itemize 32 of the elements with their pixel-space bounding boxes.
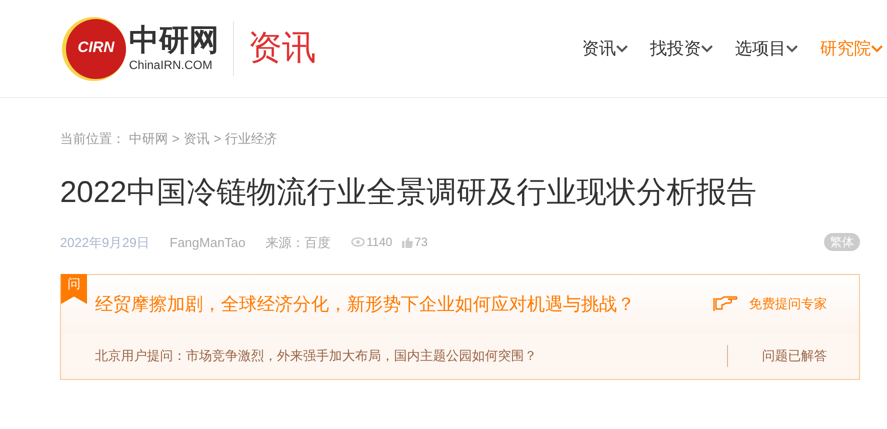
chevron-down-icon: [701, 44, 713, 52]
nav-link[interactable]: 找投资: [650, 36, 713, 62]
nav-link[interactable]: 研究院: [820, 36, 883, 62]
breadcrumb-link[interactable]: 行业经济: [225, 129, 278, 148]
view-count: 1140: [366, 234, 392, 252]
chevron-down-icon: [616, 44, 628, 52]
section-title: 资讯: [248, 27, 316, 70]
article-title: 2022中国冷链物流行业全景调研及行业现状分析报告: [60, 174, 758, 210]
logo-domain: ChinaIRN.COM: [129, 56, 214, 72]
eye-icon: [350, 237, 365, 248]
nav-link[interactable]: 选项目: [735, 36, 798, 62]
question-tag: 问: [61, 274, 87, 304]
answered-status: 问题已解答: [762, 347, 827, 366]
pointing-hand-icon: [713, 296, 739, 312]
nav-link[interactable]: 资讯: [582, 36, 628, 62]
breadcrumb-label: 当前位置：: [60, 130, 125, 148]
chevron-down-icon: [871, 44, 883, 52]
ask-expert-link[interactable]: 免费提问专家: [713, 294, 827, 314]
user-question: 北京用户提问：市场竞争激烈，外来强手加大布局，国内主题公园如何突围？: [95, 347, 537, 366]
chevron-down-icon: [786, 44, 798, 52]
like-count: 73: [414, 234, 428, 252]
question-text: 经贸摩擦加剧，全球经济分化，新形势下企业如何应对机遇与挑战？: [95, 292, 635, 316]
article-author: FangManTao: [170, 234, 246, 252]
breadcrumb-separator: >: [214, 130, 222, 148]
breadcrumb-separator: >: [172, 130, 180, 148]
logo-name: 中研网: [129, 24, 219, 56]
breadcrumb-link[interactable]: 资讯: [184, 129, 210, 148]
breadcrumb-link[interactable]: 中研网: [129, 129, 168, 148]
article-source: 来源：百度: [266, 234, 331, 252]
article-date: 2022年9月29日: [60, 234, 150, 252]
thumbs-up-icon: [402, 236, 414, 248]
logo-badge-text: CIRN: [78, 38, 114, 58]
